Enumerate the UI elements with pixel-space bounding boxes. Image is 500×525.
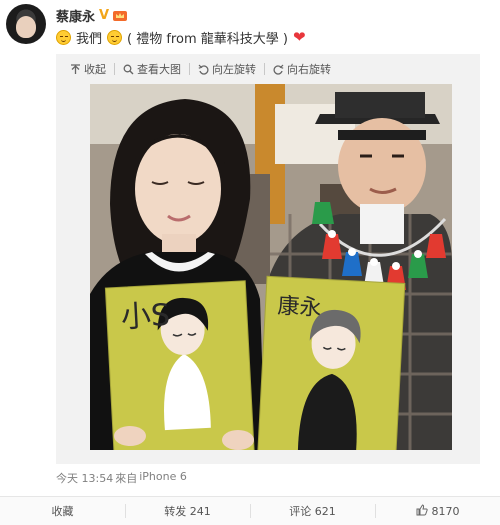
collapse-button[interactable]: 收起 bbox=[70, 61, 106, 77]
rotate-left-icon bbox=[198, 64, 209, 75]
source-prefix: 來自 bbox=[115, 472, 138, 485]
comment-label: 评论 621 bbox=[289, 505, 336, 518]
post-meta: 今天 13:54 來自 iPhone 6 bbox=[56, 470, 187, 486]
author-row: 蔡康永 V bbox=[56, 6, 128, 25]
magnifier-icon bbox=[123, 64, 134, 74]
post-time[interactable]: 今天 13:54 bbox=[56, 470, 113, 486]
relieved-face-emoji-icon bbox=[107, 30, 123, 45]
view-large-label: 查看大图 bbox=[137, 63, 181, 76]
collapse-arrow-icon bbox=[71, 63, 80, 74]
like-button[interactable]: 8170 bbox=[375, 497, 500, 525]
source-device[interactable]: iPhone 6 bbox=[139, 470, 187, 486]
like-count: 8170 bbox=[431, 504, 460, 518]
member-crown-icon bbox=[113, 11, 128, 21]
photo-illustration: 小S 康永 bbox=[90, 84, 452, 450]
toolbar-divider bbox=[114, 63, 115, 75]
left-card-text: 小S bbox=[120, 298, 171, 336]
post-text-note: ( 禮物 from 龍華科技大學 ) bbox=[127, 32, 288, 47]
red-heart-icon: ❤ bbox=[292, 28, 306, 46]
post-text-main: 我們 bbox=[76, 32, 103, 47]
author-name[interactable]: 蔡康永 bbox=[56, 6, 95, 25]
rotate-left-label: 向左旋转 bbox=[212, 63, 256, 76]
media-toolbar: 收起 查看大图 向左旋转 向右旋转 bbox=[56, 54, 480, 84]
toolbar-divider bbox=[189, 63, 190, 75]
relieved-face-emoji-icon bbox=[56, 30, 71, 45]
rotate-left-button[interactable]: 向左旋转 bbox=[198, 61, 256, 77]
post-action-bar: 收藏 转发 241 评论 621 8170 bbox=[0, 496, 500, 525]
favorite-button[interactable]: 收藏 bbox=[0, 497, 125, 525]
rotate-right-icon bbox=[273, 64, 284, 75]
right-card-text: 康永 bbox=[277, 294, 322, 321]
thumbs-up-icon bbox=[416, 503, 428, 519]
repost-button[interactable]: 转发 241 bbox=[125, 497, 250, 525]
media-panel: 收起 查看大图 向左旋转 向右旋转 小S 康永 bbox=[56, 54, 480, 464]
repost-label: 转发 241 bbox=[164, 505, 211, 518]
collapse-label: 收起 bbox=[84, 63, 106, 76]
toolbar-divider bbox=[264, 63, 265, 75]
author-avatar[interactable] bbox=[6, 4, 46, 44]
rotate-right-label: 向右旋转 bbox=[287, 63, 331, 76]
verified-badge-icon: V bbox=[99, 7, 110, 23]
view-large-button[interactable]: 查看大图 bbox=[123, 61, 181, 77]
rotate-right-button[interactable]: 向右旋转 bbox=[273, 61, 331, 77]
post-text: 我們 ( 禮物 from 龍華科技大學 ) ❤ bbox=[56, 28, 306, 47]
favorite-label: 收藏 bbox=[51, 505, 74, 518]
comment-button[interactable]: 评论 621 bbox=[250, 497, 375, 525]
post-photo[interactable]: 小S 康永 bbox=[90, 84, 452, 450]
